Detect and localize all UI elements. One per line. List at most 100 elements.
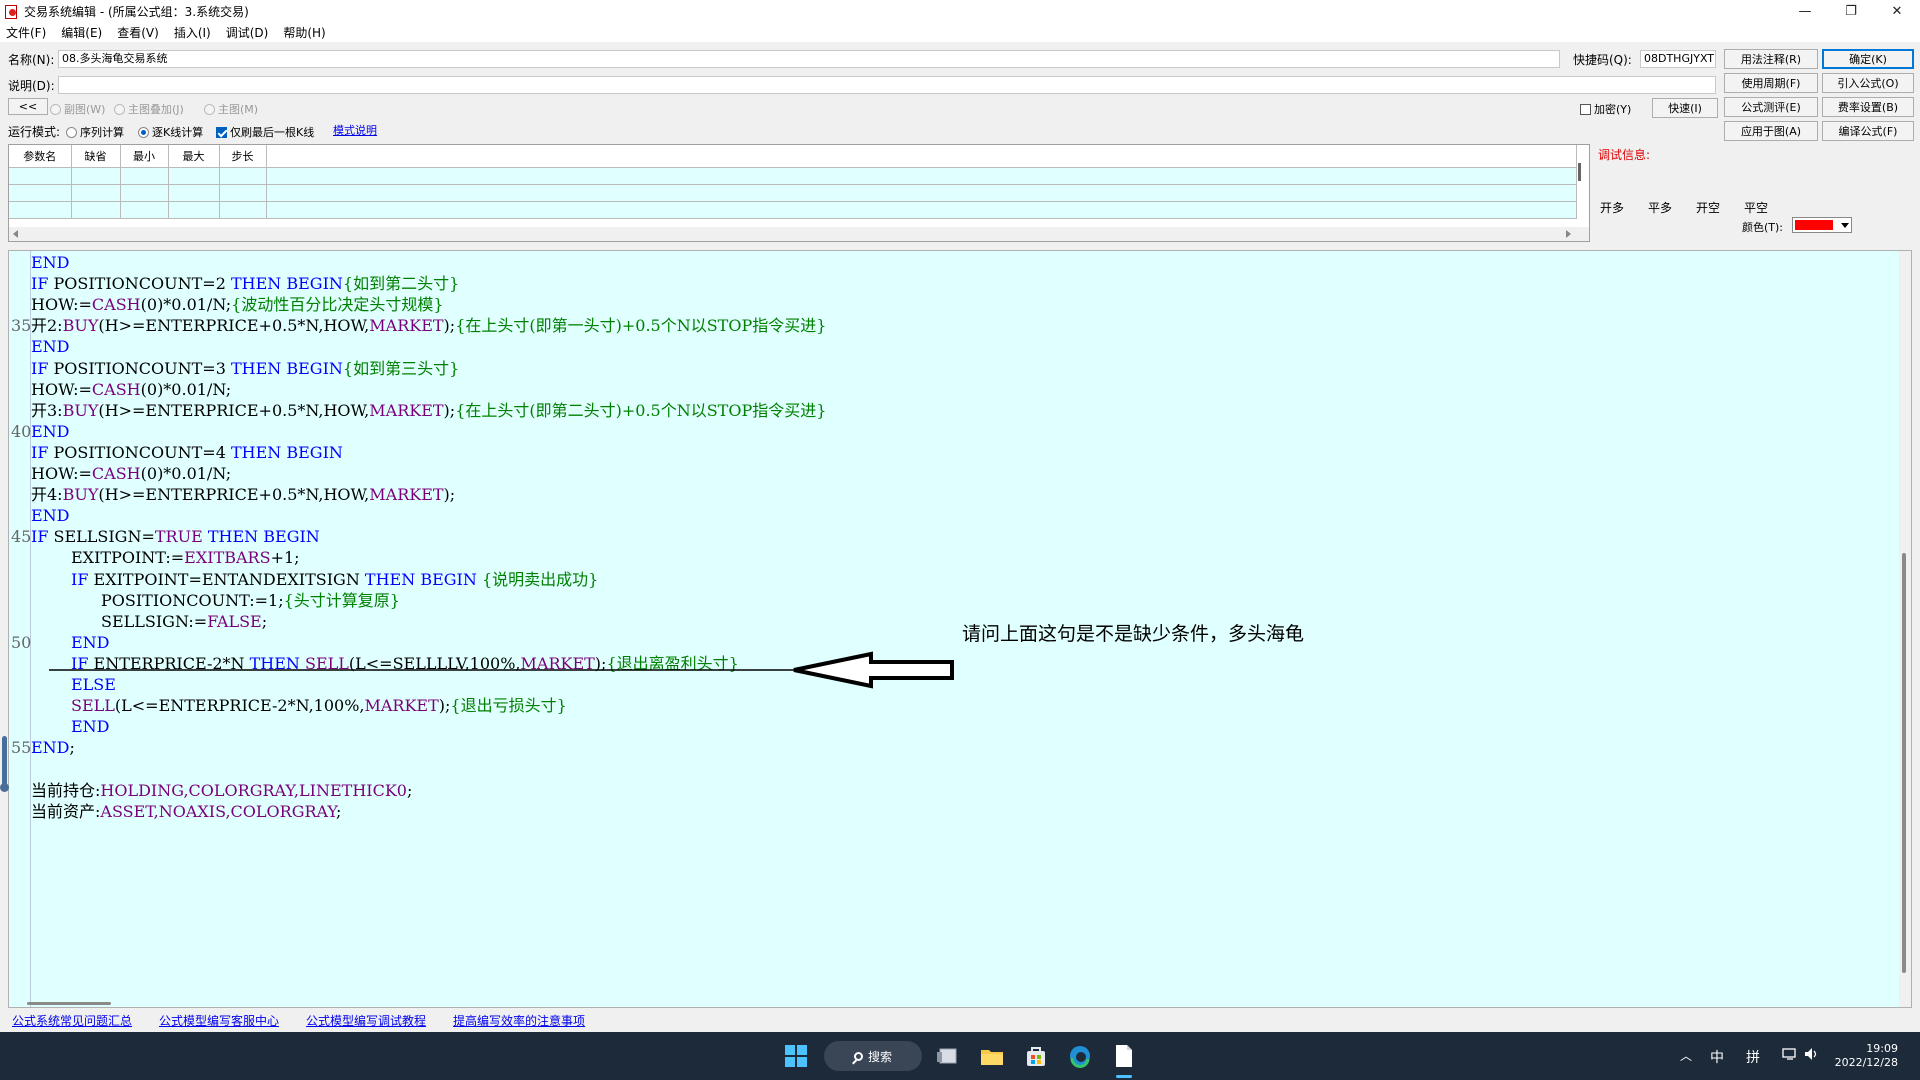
use-period-button[interactable]: 使用周期(F)	[1724, 73, 1818, 93]
minimize-icon[interactable]: —	[1782, 0, 1828, 22]
link-efficiency[interactable]: 提高编写效率的注意事项	[453, 1012, 585, 1029]
task-view-icon[interactable]	[934, 1042, 962, 1070]
windows-start-icon[interactable]	[785, 1045, 807, 1067]
splitter-handle[interactable]	[0, 736, 9, 792]
param-header-max: 最大	[168, 145, 220, 168]
maximize-icon[interactable]: ❐	[1828, 0, 1874, 22]
scroll-left-icon[interactable]	[13, 230, 18, 238]
scroll-right-icon[interactable]	[1566, 230, 1571, 238]
menu-view[interactable]: 查看(V)	[117, 24, 159, 41]
menu-bar: 文件(F) 编辑(E) 查看(V) 插入(I) 调试(D) 帮助(H)	[0, 22, 1920, 42]
confirm-button[interactable]: 确定(K)	[1822, 49, 1914, 69]
clock-date: 2022/12/28	[1834, 1056, 1898, 1069]
main-chart-radio[interactable]	[204, 103, 215, 115]
document-app-icon[interactable]	[1110, 1042, 1138, 1070]
menu-help[interactable]: 帮助(H)	[283, 24, 325, 41]
param-row[interactable]	[9, 184, 1577, 202]
sequence-radio[interactable]	[66, 126, 77, 138]
param-header-min: 最小	[120, 145, 169, 168]
per-bar-label: 逐K线计算	[152, 126, 204, 139]
active-app-indicator	[1116, 1075, 1132, 1078]
title-bar: 交易系统编辑 - (所属公式组：3.系统交易) — ❐ ✕	[0, 0, 1920, 22]
signal-close-long[interactable]: 平多	[1648, 199, 1672, 216]
taskbar-search[interactable]: 搜索	[824, 1041, 922, 1071]
formula-test-button[interactable]: 公式测评(E)	[1724, 97, 1818, 117]
signal-open-short[interactable]: 开空	[1696, 199, 1720, 216]
menu-edit[interactable]: 编辑(E)	[61, 24, 102, 41]
encrypt-option[interactable]: 加密(Y)	[1580, 101, 1631, 117]
menu-insert[interactable]: 插入(I)	[174, 24, 211, 41]
code-line[interactable]: END;	[31, 737, 75, 758]
option-subchart[interactable]: 副图(W)	[50, 101, 105, 117]
network-icon[interactable]	[1782, 1047, 1798, 1065]
editor-vscroll-thumb[interactable]	[1902, 553, 1906, 973]
param-row[interactable]	[9, 201, 1577, 219]
last-bar-option[interactable]: 仅刷最后一根K线	[216, 124, 314, 140]
main-chart-label: 主图(M)	[218, 103, 259, 116]
ime-mode[interactable]: 拼	[1746, 1047, 1760, 1067]
menu-debug[interactable]: 调试(D)	[226, 24, 269, 41]
run-mode-sequence[interactable]: 序列计算	[66, 124, 124, 140]
import-formula-button[interactable]: 引入公式(O)	[1822, 73, 1914, 93]
grid-vscroll-thumb[interactable]	[1578, 163, 1581, 181]
usage-notes-button[interactable]: 用法注释(R)	[1724, 49, 1818, 69]
param-row[interactable]	[9, 167, 1577, 185]
code-token: 当前持仓:	[31, 780, 101, 800]
signal-open-long[interactable]: 开多	[1600, 199, 1624, 216]
file-explorer-icon[interactable]	[978, 1042, 1006, 1070]
last-bar-checkbox[interactable]	[216, 126, 227, 138]
link-faq[interactable]: 公式系统常见问题汇总	[12, 1012, 132, 1029]
color-label: 颜色(T):	[1742, 221, 1784, 234]
chevron-down-icon[interactable]	[1841, 223, 1849, 228]
editor-hscroll-thumb[interactable]	[27, 1002, 111, 1005]
option-main-chart[interactable]: 主图(M)	[204, 101, 258, 117]
compile-button[interactable]: 编译公式(F)	[1822, 121, 1914, 141]
subchart-radio[interactable]	[50, 103, 61, 115]
color-select[interactable]	[1792, 217, 1852, 233]
apply-chart-button[interactable]: 应用于图(A)	[1724, 121, 1818, 141]
volume-icon[interactable]	[1804, 1047, 1820, 1065]
collapse-button[interactable]: <<	[8, 98, 48, 115]
run-mode-per-bar[interactable]: 逐K线计算	[138, 124, 203, 140]
edge-browser-icon[interactable]	[1066, 1042, 1094, 1070]
system-clock[interactable]: 19:09 2022/12/28	[1835, 1042, 1898, 1070]
per-bar-radio[interactable]	[138, 126, 149, 138]
fee-setting-button[interactable]: 费率设置(B)	[1822, 97, 1914, 117]
code-line[interactable]: END	[71, 716, 110, 737]
main-overlay-radio[interactable]	[114, 103, 125, 115]
code-token: ;	[406, 780, 413, 800]
editor-vscroll[interactable]	[1899, 251, 1911, 1007]
link-service[interactable]: 公式模型编写客服中心	[159, 1012, 279, 1029]
option-main-overlay[interactable]: 主图叠加(J)	[114, 101, 184, 117]
menu-file[interactable]: 文件(F)	[6, 24, 46, 41]
desc-field[interactable]	[58, 76, 1716, 94]
search-icon	[853, 1051, 863, 1061]
code-token: 当前资产:	[31, 801, 101, 821]
param-table: 参数名 缺省 最小 最大 步长	[8, 144, 1590, 242]
name-field[interactable]: 08.多头海龟交易系统	[58, 50, 1560, 68]
close-icon[interactable]: ✕	[1874, 0, 1920, 22]
encrypt-checkbox[interactable]	[1580, 103, 1591, 115]
link-tutorial[interactable]: 公式模型编写调试教程	[306, 1012, 426, 1029]
param-header-default: 缺省	[71, 145, 121, 168]
ime-language[interactable]: 中	[1710, 1047, 1724, 1067]
mode-help-link[interactable]: 模式说明	[333, 122, 377, 138]
code-editor[interactable]: 35 40 45 50 55 END IF POSITIONCOUNT=2 THEN BE…	[8, 250, 1912, 1008]
shortcut-field[interactable]: 08DTHGJYXT	[1640, 50, 1716, 68]
param-table-hscroll[interactable]	[9, 227, 1589, 241]
app-icon	[4, 4, 18, 19]
code-token: ASSET,NOAXIS,COLORGRAY	[100, 801, 337, 821]
fast-button[interactable]: 快速(I)	[1652, 98, 1718, 118]
name-label: 名称(N):	[8, 53, 55, 67]
annotation-arrow-icon	[49, 651, 954, 689]
code-line[interactable]: 当前资产:ASSET,NOAXIS,COLORGRAY;	[31, 801, 341, 822]
tray-chevron-up-icon[interactable]: ︿	[1680, 1047, 1692, 1064]
main-overlay-label: 主图叠加(J)	[128, 103, 184, 116]
code-token: HOLDING,COLORGRAY,LINETHICK0	[100, 780, 407, 800]
search-label: 搜索	[867, 1049, 892, 1064]
code-line[interactable]: 当前持仓:HOLDING,COLORGRAY,LINETHICK0;	[31, 780, 412, 801]
code-token: ;	[69, 738, 75, 758]
color-swatch	[1795, 220, 1833, 230]
signal-close-short[interactable]: 平空	[1744, 199, 1768, 216]
store-icon[interactable]	[1022, 1042, 1050, 1070]
